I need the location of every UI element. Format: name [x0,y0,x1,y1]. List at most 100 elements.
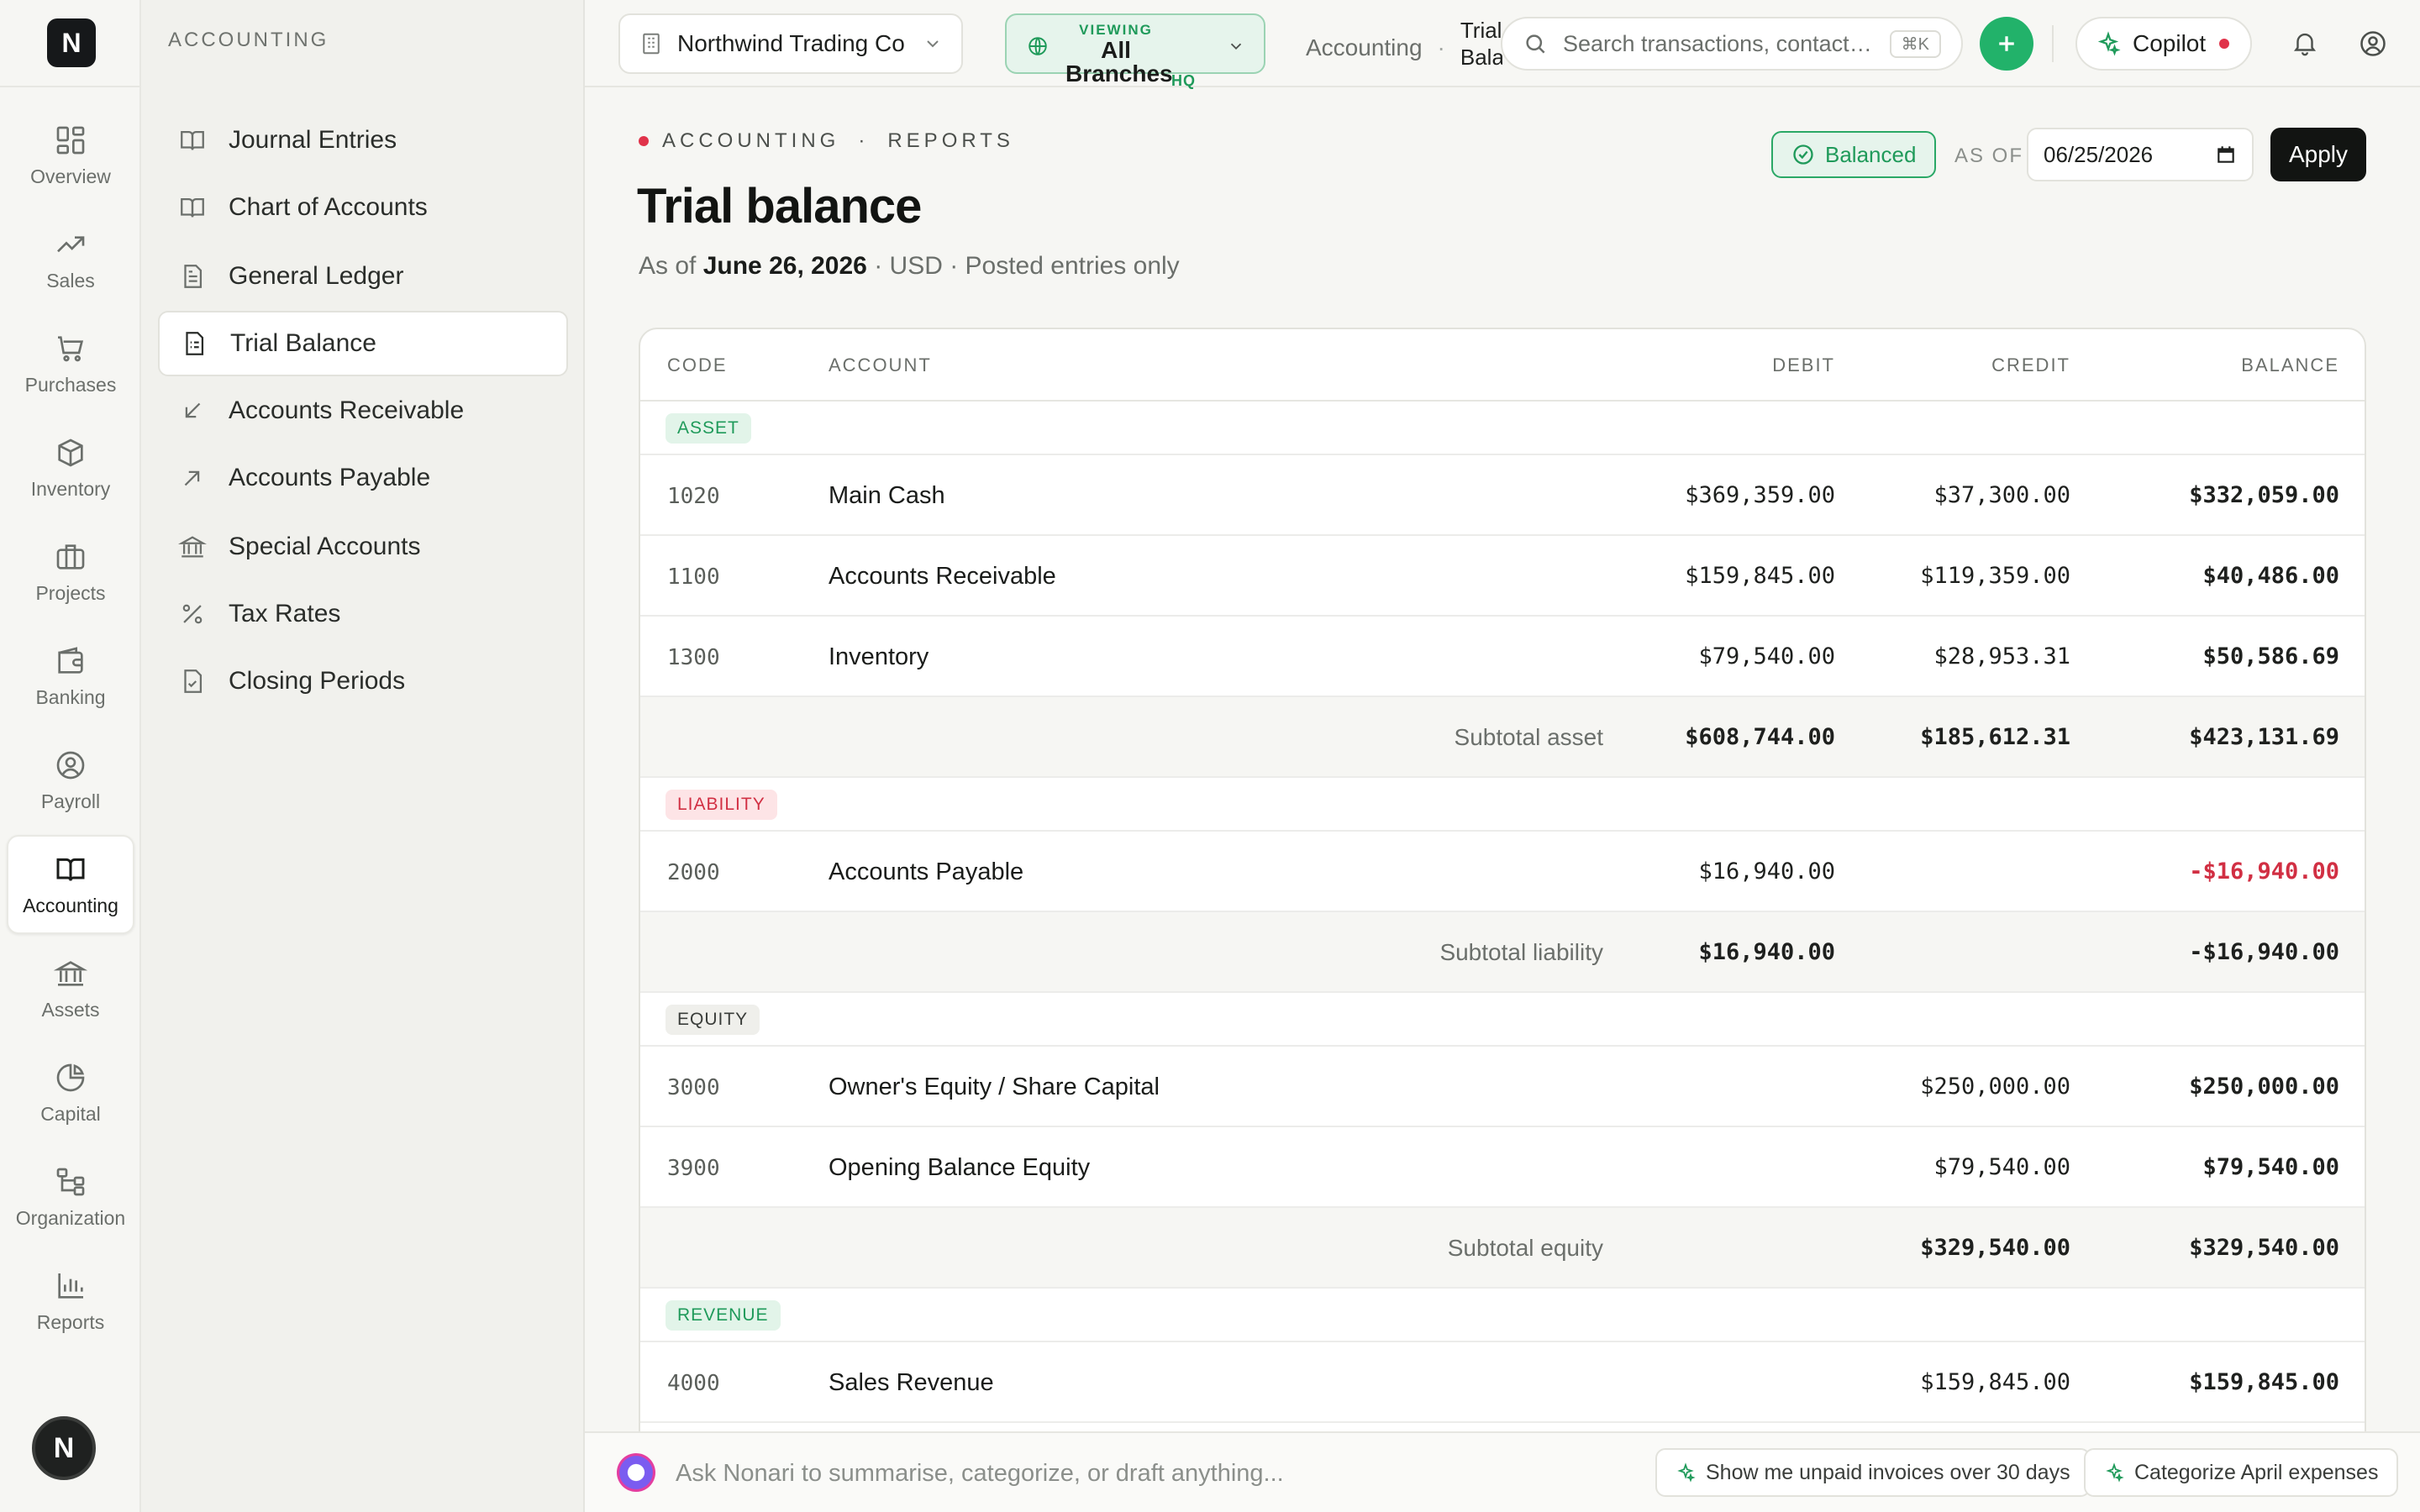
rail-item-accounting[interactable]: Accounting [7,835,134,934]
rail-item-banking[interactable]: Banking [7,627,134,726]
global-search[interactable]: Search transactions, contacts, ... ⌘K [1501,17,1963,71]
bank-icon [178,536,207,558]
subtitle-suffix: · USD · Posted entries only [874,252,1180,280]
account-code: 1020 [667,484,720,509]
branch-select[interactable]: VIEWING All Branches HQ [1005,13,1265,89]
rail-item-payroll[interactable]: Payroll [7,731,134,830]
suggestion-chip-categorize-expenses[interactable]: Categorize April expenses [2084,1448,2399,1497]
pie-icon [56,1063,85,1091]
subnav-item-closing-periods[interactable]: Closing Periods [158,648,568,714]
user-circle-icon [56,751,85,779]
subnav-item-journal-entries[interactable]: Journal Entries [158,108,568,173]
column-header-code[interactable]: CODE [667,354,728,376]
subnav-item-special-accounts[interactable]: Special Accounts [158,514,568,580]
toolbar-divider [2052,25,2054,62]
group-row-liability: LIABILITY [640,778,2365,832]
percent-icon [182,604,203,624]
rail-item-projects[interactable]: Projects [7,522,134,622]
apply-button[interactable]: Apply [2270,128,2366,181]
rail-item-reports[interactable]: Reports [7,1252,134,1351]
page-eyebrow: ACCOUNTING · REPORTS [639,129,1014,153]
app-logo[interactable]: N [47,18,96,67]
page-title: Trial balance [637,179,922,234]
subtotal-debit: $16,940.00 [1698,939,1835,965]
organization-select[interactable]: Northwind Trading Co [618,13,963,74]
rail-item-capital[interactable]: Capital [7,1043,134,1142]
subnav-item-tax-rates[interactable]: Tax Rates [158,581,568,647]
chip-label: Categorize April expenses [2134,1460,2379,1484]
subtotal-balance: $329,540.00 [2189,1235,2339,1261]
subnav-item-accounts-receivable[interactable]: Accounts Receivable [158,378,568,444]
as-of-date-input[interactable]: 06/25/2026 [2027,128,2254,181]
account-icon[interactable] [2358,29,2388,59]
breadcrumb-accounting[interactable]: Accounting [1306,34,1423,61]
rail-label: Accounting [23,894,118,916]
credit-cell: $159,845.00 [1920,1369,2070,1395]
table-row[interactable]: 4000 Sales Revenue $159,845.00 $159,845.… [640,1342,2365,1423]
account-code: 2000 [667,860,720,885]
status-label: Balanced [1825,141,1917,167]
notification-dot [2219,39,2230,49]
eyebrow-page: REPORTS [887,129,1014,152]
subnav-label: General Ledger [229,262,404,290]
column-header-credit[interactable]: CREDIT [1991,354,2070,376]
rail-item-assets[interactable]: Assets [7,939,134,1038]
rail-item-organization[interactable]: Organization [7,1147,134,1247]
account-name: Inventory [829,643,929,670]
balance-cell: $159,845.00 [2189,1369,2339,1395]
copilot-label: Copilot [2133,30,2207,56]
assistant-orb-icon [617,1453,655,1492]
balance-cell: $250,000.00 [2189,1074,2339,1100]
file-text-icon [184,265,203,288]
cart-icon [58,335,84,361]
rail-item-purchases[interactable]: Purchases [7,314,134,413]
quick-add-button[interactable] [1980,17,2033,71]
table-header: CODE ACCOUNT DEBIT CREDIT BALANCE [640,329,2365,402]
table-row[interactable]: 2000 Accounts Payable $16,940.00 -$16,94… [640,832,2365,912]
calendar-icon[interactable] [2215,144,2237,165]
group-row-equity: EQUITY [640,993,2365,1047]
live-dot [639,136,649,146]
column-header-debit[interactable]: DEBIT [1772,354,1835,376]
rail-label: Assets [41,998,100,1021]
subnav-item-accounts-payable[interactable]: Accounts Payable [158,445,568,511]
org-tree-icon [56,1168,85,1195]
table-row[interactable]: 1020 Main Cash $369,359.00 $37,300.00 $3… [640,455,2365,536]
subnav-item-chart-of-accounts[interactable]: Chart of Accounts [158,175,568,240]
wallet-icon [58,646,83,674]
user-avatar[interactable]: N [32,1416,96,1480]
debit-cell: $79,540.00 [1698,643,1835,669]
rail-item-sales[interactable]: Sales [7,210,134,309]
rail-item-inventory[interactable]: Inventory [7,418,134,517]
arrow-up-right-icon [184,470,200,486]
table-row[interactable]: 3900 Opening Balance Equity $79,540.00 $… [640,1127,2365,1208]
subnav-item-general-ledger[interactable]: General Ledger [158,244,568,309]
bell-icon[interactable] [2291,29,2319,57]
suggestion-chip-unpaid-invoices[interactable]: Show me unpaid invoices over 30 days [1655,1448,2091,1497]
page-subtitle: As of June 26, 2026 · USD · Posted entri… [639,252,1180,281]
column-header-account[interactable]: ACCOUNT [829,354,932,376]
chip-label: Show me unpaid invoices over 30 days [1706,1460,2070,1484]
table-row[interactable]: 1300 Inventory $79,540.00 $28,953.31 $50… [640,617,2365,697]
column-header-balance[interactable]: BALANCE [2241,354,2339,376]
copilot-button[interactable]: Copilot [2075,17,2252,71]
book-icon [181,197,204,218]
subnav-item-trial-balance[interactable]: Trial Balance [158,311,568,376]
file-list-icon [186,332,204,355]
account-type-badge: REVENUE [666,1300,781,1331]
rail-item-overview[interactable]: Overview [7,106,134,205]
subtotal-credit: $185,612.31 [1920,724,2070,750]
rail-label: Inventory [30,477,111,500]
table-row[interactable]: 1100 Accounts Receivable $159,845.00 $11… [640,536,2365,617]
account-name: Sales Revenue [829,1369,994,1396]
subtotal-label: Subtotal asset [1454,724,1603,750]
table-row[interactable]: 3000 Owner's Equity / Share Capital $250… [640,1047,2365,1127]
group-row-revenue: REVENUE [640,1289,2365,1342]
account-name: Owner's Equity / Share Capital [829,1074,1160,1100]
debit-cell: $369,359.00 [1685,482,1835,508]
rail-label: Sales [46,269,95,291]
briefcase-icon [56,543,85,570]
ai-prompt-input[interactable]: Ask Nonari to summarise, categorize, or … [676,1460,1284,1488]
rail-label: Reports [36,1310,105,1333]
subtotal-label: Subtotal liability [1439,939,1603,965]
